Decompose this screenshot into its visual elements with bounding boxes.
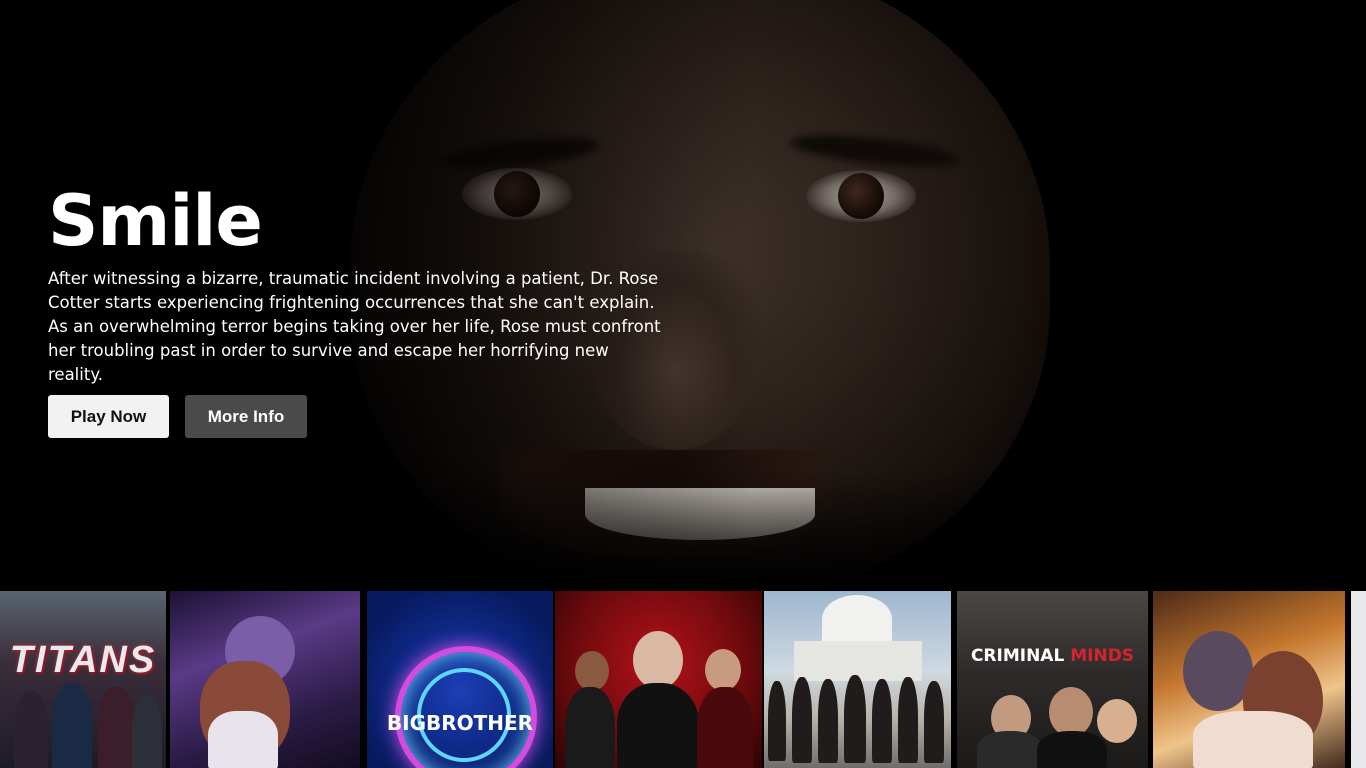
poster-anime-2[interactable] [1153, 591, 1345, 768]
big-brother-logo: BIGBROTHER [386, 711, 534, 735]
hero-synopsis: After witnessing a bizarre, traumatic in… [48, 269, 661, 384]
hero-banner: Smile After witnessing a bizarre, trauma… [0, 0, 1366, 590]
poster-big-brother[interactable]: BIGBROTHER [367, 591, 553, 768]
poster-row: TITANS BIGBROTHER CRIMINAL MINDS [0, 590, 1366, 768]
poster-titans[interactable]: TITANS [0, 591, 166, 768]
poster-criminal-minds[interactable]: CRIMINAL MINDS [957, 591, 1148, 768]
criminal-minds-logo: CRIMINAL MINDS [970, 646, 1135, 666]
poster-capitol[interactable] [764, 591, 951, 768]
poster-partial[interactable] [1351, 591, 1366, 768]
hero-title: Smile [48, 180, 263, 262]
more-info-button[interactable]: More Info [185, 395, 307, 438]
poster-ensemble-red[interactable] [555, 591, 762, 768]
capitol-dome [822, 595, 892, 643]
poster-anime-1[interactable] [170, 591, 360, 768]
hero-bottom-fade [0, 470, 1366, 590]
titans-logo: TITANS [9, 639, 157, 681]
play-now-button[interactable]: Play Now [48, 395, 169, 438]
